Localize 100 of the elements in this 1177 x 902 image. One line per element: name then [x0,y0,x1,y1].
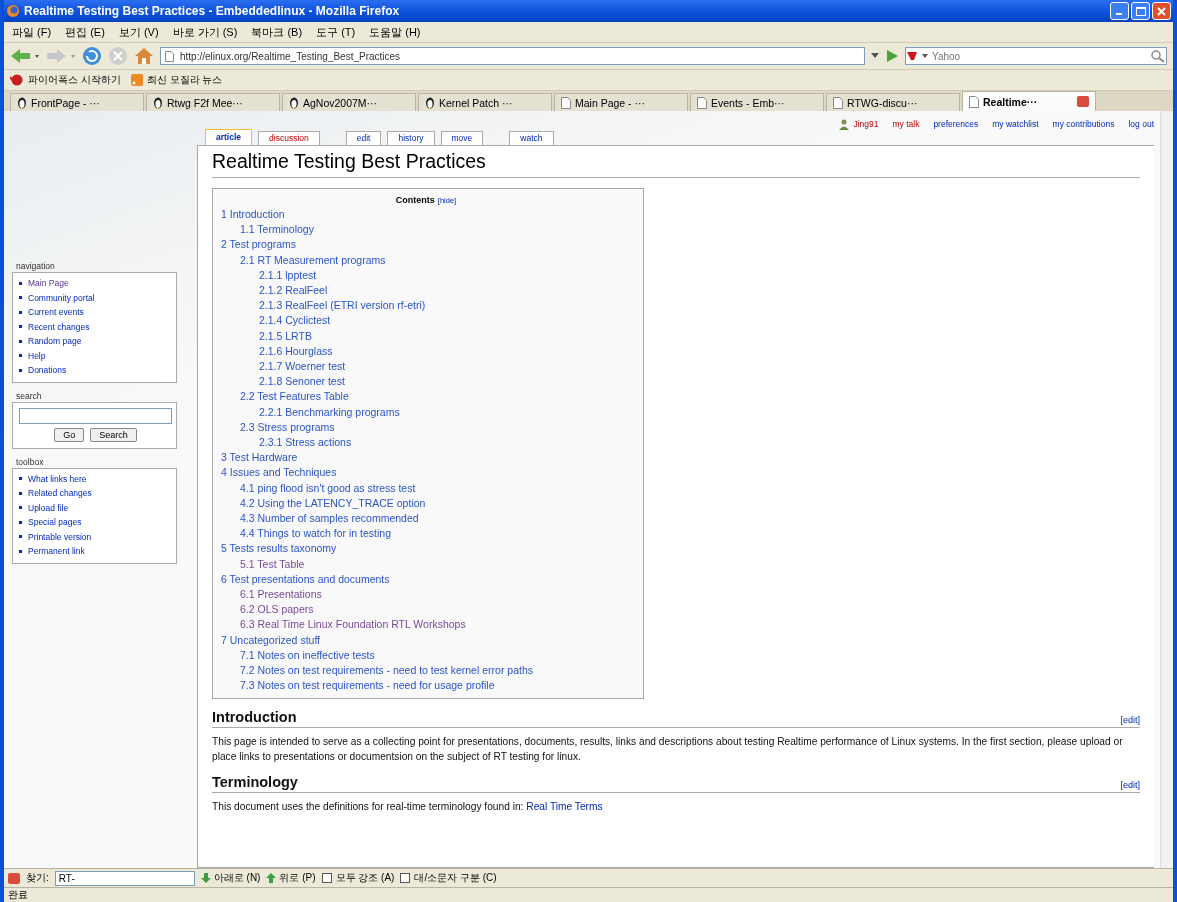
toc-link[interactable]: 2.1.1 lpptest [259,267,631,283]
user-link[interactable]: Jing91 [853,119,879,129]
toc-link[interactable]: 2.1.4 Cyclictest [259,313,631,329]
toc-link[interactable]: 5.1 Test Table [240,556,631,572]
sidebar-link[interactable]: Random page [19,334,172,349]
search-button[interactable] [1150,49,1166,63]
toc-link[interactable]: 2.3 Stress programs [240,419,631,436]
page-tab[interactable]: discussion [258,131,320,145]
toc-link[interactable]: 6.2 OLS papers [240,602,631,618]
toc-link[interactable]: 2.1.6 Hourglass [259,343,631,360]
toc-link[interactable]: 2.1.8 Senoner test [259,374,631,390]
menu-item[interactable]: 파일 (F) [12,24,52,40]
page-tab[interactable]: history [387,131,435,145]
page-tab[interactable]: move [440,131,484,145]
toc-link[interactable]: 2.1.3 RealFeel (ETRI version rf-etri) [259,298,631,314]
toc-link[interactable]: 1.1 Terminology [240,222,631,238]
browser-tab[interactable]: AgNov2007M··· [282,93,416,111]
maximize-button[interactable] [1131,2,1150,20]
search-button[interactable]: Go [54,427,85,442]
edit-link[interactable]: [edit] [1120,714,1140,725]
personal-link[interactable]: my talk [892,119,920,129]
toc-link[interactable]: 2.2.1 Benchmarking programs [259,404,631,420]
menu-item[interactable]: 보기 (V) [118,24,159,40]
toc-link[interactable]: 4.2 Using the LATENCY_TRACE option [240,495,631,512]
toc-link[interactable]: 5 Tests results taxonomy [221,541,631,557]
toc-link[interactable]: 2.3.1 Stress actions [259,435,631,451]
sidebar-link[interactable]: Donations [19,363,172,378]
browser-tab[interactable]: FrontPage - ··· [10,93,144,111]
browser-tab[interactable]: Rtwg F2f Mee··· [146,93,280,111]
close-find-button[interactable] [8,872,20,884]
toc-link[interactable]: 6.1 Presentations [240,587,631,603]
address-bar[interactable]: http://elinux.org/Realtime_Testing_Best_Practices [160,47,865,65]
toc-link[interactable]: 2.1.7 Woerner test [259,359,631,375]
browser-tab[interactable]: RTWG-discu··· [826,93,960,111]
sidebar-link[interactable]: Current events [19,305,172,320]
close-tab-button[interactable] [1077,96,1089,107]
toc-link[interactable]: 7.1 Notes on ineffective tests [240,647,631,664]
toc-link[interactable]: 7.2 Notes on test requirements - need to test kernel error paths [240,663,631,679]
personal-link[interactable]: my contributions [1052,119,1115,129]
checkbox[interactable] [400,873,411,883]
scrollbar[interactable] [1160,111,1173,868]
sidebar-link[interactable]: Recent changes [19,319,172,334]
page-tab[interactable]: watch [509,131,554,145]
sidebar-link[interactable]: Permanent link [19,544,172,559]
sidebar-link[interactable]: Help [19,348,172,363]
sidebar-link[interactable]: Related changes [19,486,172,501]
toc-link[interactable]: 2.1.2 RealFeel [259,283,631,299]
toc-link[interactable]: 4 Issues and Techniques [221,465,631,481]
toc-link[interactable]: 6.3 Real Time Linux Foundation RTL Workshops [240,617,631,633]
personal-link[interactable]: log out [1128,119,1154,129]
home-button[interactable] [134,47,154,65]
browser-tab[interactable]: Main Page - ··· [554,93,688,111]
dropdown-button[interactable] [871,53,879,59]
toc-link[interactable]: 2.1 RT Measurement programs [240,252,631,268]
bookmark-item[interactable]: 파이어폭스 시작하기 [10,73,121,87]
text-link[interactable]: Real Time Terms [526,800,603,812]
toc-link[interactable]: 2 Test programs [221,237,631,253]
toc-link[interactable]: 7.3 Notes on test requirements - need for usage profile [240,678,631,694]
sidebar-link[interactable]: What links here [19,471,172,486]
back-button[interactable] [10,47,40,65]
edit-link[interactable]: [edit] [1120,779,1140,790]
sidebar-link[interactable]: Main Page [19,276,172,291]
sidebar-link[interactable]: Special pages [19,515,172,530]
menu-item[interactable]: 북마크 (B) [251,24,303,40]
toc-link[interactable]: 6 Test presentations and documents [221,571,631,588]
search-input[interactable] [19,407,172,424]
bookmark-item[interactable]: 최신 모질라 뉴스 [130,73,223,87]
search-bar[interactable]: Yahoo [905,47,1167,65]
toc-link[interactable]: 7 Uncategorized stuff [221,632,631,648]
page-tab[interactable]: edit [345,131,382,145]
close-button[interactable] [1152,2,1171,20]
toc-link[interactable]: 4.4 Things to watch for in testing [240,526,631,542]
find-button[interactable]: 위로 (P) [266,871,316,885]
toc-link[interactable]: 4.1 ping flood isn't good as stress test [240,480,631,496]
search-button[interactable]: Search [90,427,137,442]
search-engine-button[interactable] [906,50,930,62]
find-button[interactable]: 아래로 (N) [200,871,261,885]
sidebar-link[interactable]: Printable version [19,529,172,544]
browser-tab[interactable]: Kernel Patch ··· [418,93,552,111]
reload-button[interactable] [82,46,102,66]
toc-link[interactable]: 4.3 Number of samples recommended [240,511,631,527]
personal-link[interactable]: preferences [933,119,979,129]
browser-tab[interactable]: Realtime··· [962,91,1096,111]
personal-link[interactable]: my watchlist [992,119,1039,129]
go-button[interactable] [885,49,899,63]
toc-link[interactable]: 2.2 Test Features Table [240,389,631,405]
toc-link[interactable]: 1 Introduction [221,207,631,223]
sidebar-link[interactable]: Upload file [19,500,172,515]
menu-item[interactable]: 도움말 (H) [369,24,421,40]
find-field[interactable]: RT- [54,870,195,886]
checkbox[interactable] [321,873,332,883]
browser-tab[interactable]: Events - Emb··· [690,93,824,111]
toc-link[interactable]: 3 Test Hardware [221,450,631,466]
menu-item[interactable]: 편집 (E) [65,24,105,40]
minimize-button[interactable] [1110,2,1129,20]
menu-item[interactable]: 도구 (T) [316,24,356,40]
toc-link[interactable]: 2.1.5 LRTB [259,328,631,344]
sidebar-link[interactable]: Community portal [19,290,172,305]
page-tab[interactable]: article [205,129,253,145]
menu-item[interactable]: 바로 가기 (S) [172,24,238,40]
